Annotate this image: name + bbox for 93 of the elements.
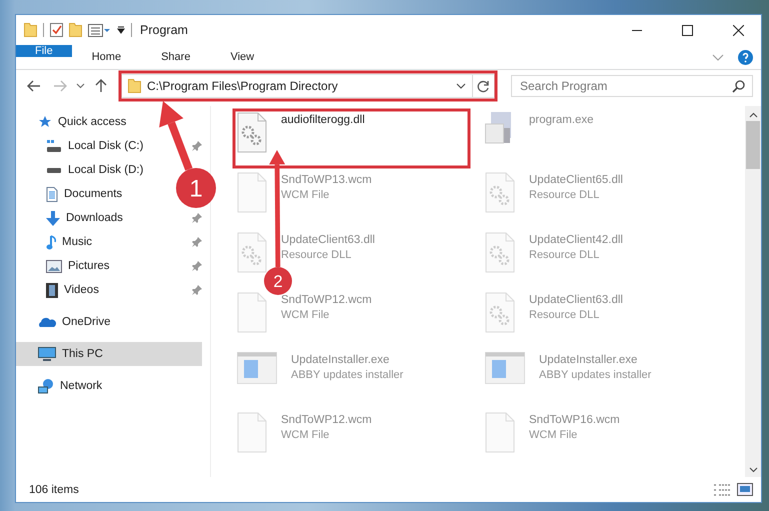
sidebar-item[interactable]: Music <box>16 230 96 254</box>
file-item[interactable]: audiofilterogg.dll <box>233 108 481 157</box>
blank-file-icon <box>237 412 267 453</box>
sidebar-item[interactable]: OneDrive <box>16 310 115 334</box>
pin-icon[interactable] <box>192 213 202 223</box>
maximize-icon <box>682 24 693 36</box>
back-arrow-icon <box>27 80 41 92</box>
file-name: UpdateInstaller.exe <box>291 354 390 366</box>
sidebar-item[interactable]: Quick access <box>16 110 130 134</box>
drive-icon <box>46 140 62 152</box>
file-name: SndToWP13.wcm <box>281 174 372 186</box>
file-name: SndToWP12.wcm <box>281 294 372 306</box>
refresh-icon[interactable] <box>477 80 490 92</box>
file-type: WCM File <box>529 429 578 441</box>
installer-icon <box>237 352 277 384</box>
file-type: Resource DLL <box>529 189 600 201</box>
file-type: Resource DLL <box>529 249 600 261</box>
monitor-icon <box>38 347 56 361</box>
pin-icon[interactable] <box>192 237 202 247</box>
folder-icon <box>128 79 141 93</box>
pin-icon[interactable] <box>192 285 202 295</box>
ribbon-tab[interactable]: View <box>210 45 274 69</box>
ribbon-tab[interactable]: Share <box>141 45 210 69</box>
file-name: UpdateInstaller.exe <box>539 354 638 366</box>
dll-file-icon <box>485 172 515 213</box>
file-name: UpdateClient65.dll <box>529 174 623 186</box>
file-name: UpdateClient63.dll <box>281 234 375 246</box>
step-badge: 1 <box>176 168 216 208</box>
file-name: SndToWP12.wcm <box>281 414 372 426</box>
pin-icon[interactable] <box>192 261 202 271</box>
down-arrow-icon <box>46 210 60 226</box>
sidebar-item[interactable]: Local Disk (D:) <box>16 158 148 182</box>
annotation-arrow <box>159 101 193 171</box>
file-type: WCM File <box>281 429 330 441</box>
step-badge: 2 <box>264 267 292 295</box>
file-type: ABBY updates installer <box>539 369 652 381</box>
blank-file-icon <box>485 412 515 453</box>
film-icon <box>46 282 58 298</box>
blank-file-icon <box>237 172 267 213</box>
view-options-icon[interactable] <box>88 24 111 36</box>
recent-locations-icon[interactable] <box>76 83 85 89</box>
file-type: ABBY updates installer <box>291 369 404 381</box>
large-icons-view-icon[interactable] <box>737 483 753 496</box>
file-name: audiofilterogg.dll <box>281 114 365 126</box>
help-icon[interactable] <box>738 50 753 64</box>
search-icon[interactable] <box>732 80 745 93</box>
document-icon <box>46 186 58 202</box>
scroll-thumb[interactable] <box>746 121 760 169</box>
scroll-down-icon[interactable] <box>748 467 758 473</box>
dll-file-icon <box>485 232 515 273</box>
dll-file-icon <box>237 232 267 273</box>
installer-icon <box>485 352 525 384</box>
item-count: 106 items <box>29 484 80 496</box>
file-name: SndToWP16.wcm <box>529 414 620 426</box>
file-type: WCM File <box>281 189 330 201</box>
file-type: Resource DLL <box>281 249 352 261</box>
sidebar-item[interactable]: Pictures <box>16 254 114 278</box>
sidebar-item[interactable]: Videos <box>16 278 103 302</box>
dll-file-icon <box>485 292 515 333</box>
dropdown-icon[interactable] <box>117 26 125 34</box>
file-type: WCM File <box>281 309 330 321</box>
drive-icon <box>46 168 62 172</box>
file-name: program.exe <box>529 114 594 126</box>
scroll-up-icon[interactable] <box>748 112 758 118</box>
star-icon <box>38 115 52 129</box>
file-name: UpdateClient42.dll <box>529 234 623 246</box>
music-note-icon <box>46 234 56 250</box>
dropdown-icon[interactable] <box>456 83 466 89</box>
address-bar[interactable]: C:\Program Files\Program Directory <box>121 74 495 98</box>
up-arrow-icon <box>95 79 107 93</box>
sidebar-item[interactable]: Local Disk (C:) <box>16 134 148 158</box>
expand-ribbon-icon[interactable] <box>712 54 724 60</box>
sidebar-item[interactable]: Network <box>16 374 106 398</box>
scrollbar[interactable] <box>745 106 761 477</box>
cloud-icon <box>38 316 56 328</box>
ribbon-tab[interactable]: Home <box>72 45 142 69</box>
search-field[interactable]: Search Program <box>511 75 753 97</box>
close-icon <box>733 24 744 36</box>
window-title: Program <box>140 23 189 37</box>
sidebar-item[interactable]: Documents <box>16 182 126 206</box>
network-icon <box>38 378 54 394</box>
properties-icon[interactable] <box>50 23 63 37</box>
file-name: UpdateClient63.dll <box>529 294 623 306</box>
dll-file-icon <box>237 112 267 153</box>
blank-file-icon <box>237 292 267 333</box>
file-type: Resource DLL <box>529 309 600 321</box>
details-view-icon[interactable] <box>713 484 731 496</box>
sidebar-item[interactable]: Downloads <box>16 206 127 230</box>
sidebar-item[interactable]: This PC <box>16 342 202 366</box>
file-menu[interactable]: File <box>16 45 72 57</box>
forward-arrow-icon <box>53 80 67 92</box>
picture-icon <box>46 260 62 272</box>
pin-icon[interactable] <box>192 141 202 151</box>
